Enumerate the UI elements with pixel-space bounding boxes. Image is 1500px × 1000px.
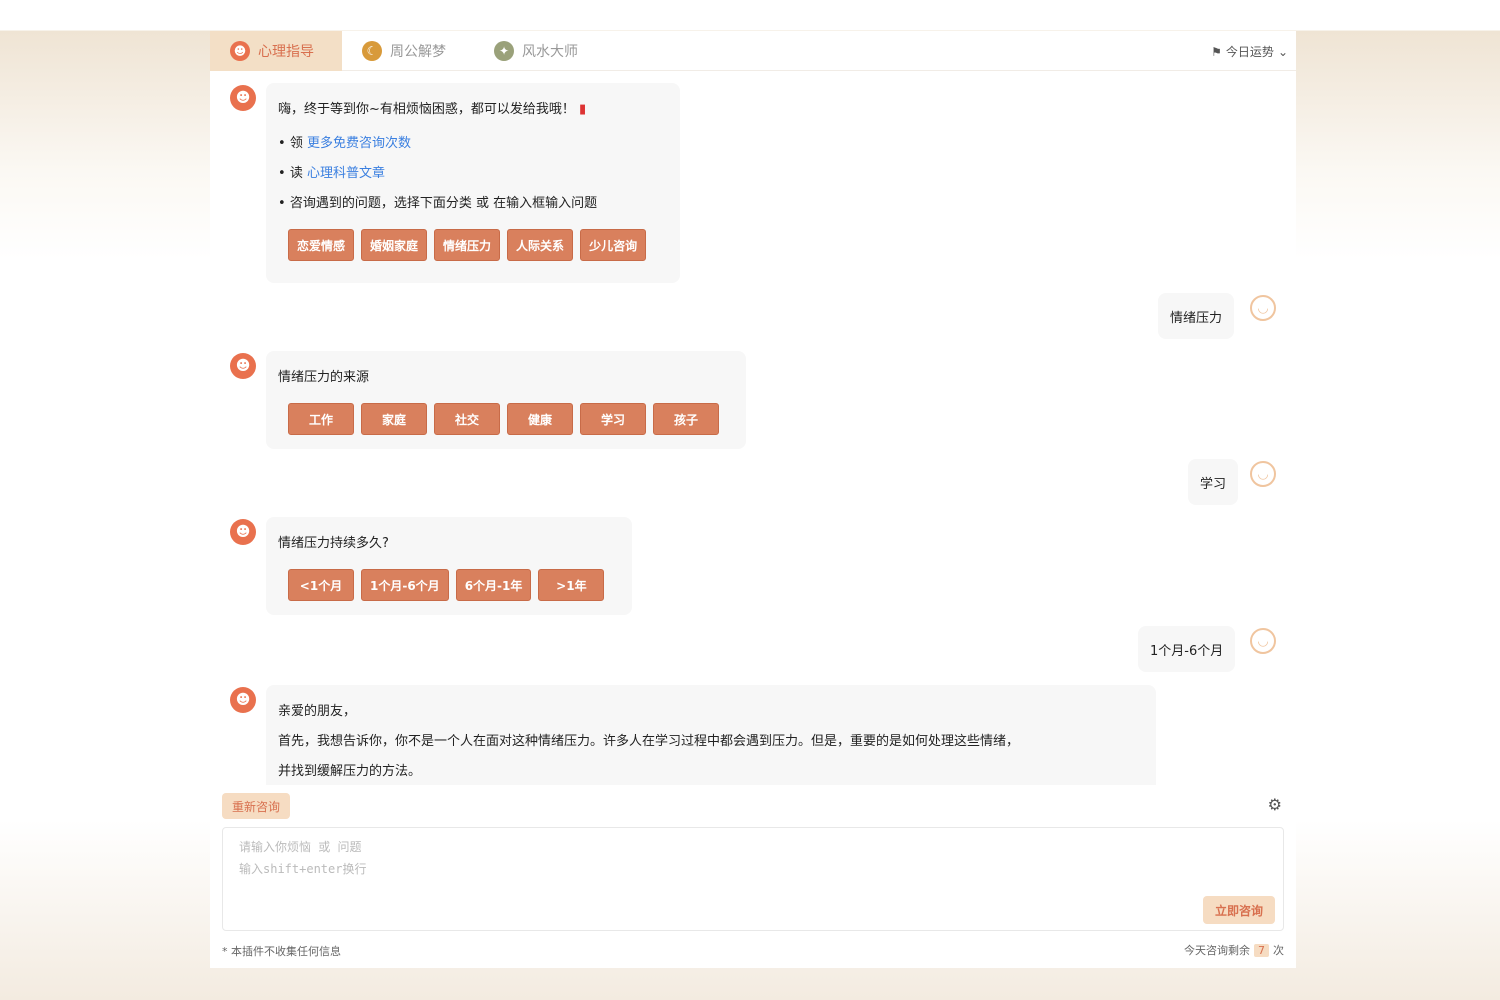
gift-icon: ▮: [579, 102, 587, 117]
settings-icon[interactable]: ⚙: [1268, 795, 1282, 814]
message-text: 情绪压力的来源: [278, 370, 370, 385]
tab-label: 风水大师: [522, 43, 578, 60]
option-button[interactable]: 1个月-6个月: [361, 569, 449, 601]
option-button[interactable]: 少儿咨询: [580, 229, 647, 261]
remaining-number: 7: [1254, 943, 1269, 957]
article-link[interactable]: 心理科普文章: [307, 166, 385, 181]
bot-avatar: ☻: [230, 353, 256, 379]
moon-icon: ☾: [362, 40, 382, 61]
bot-message: 情绪压力持续多久? <1个月 1个月-6个月 6个月-1年 >1年: [266, 517, 632, 615]
remaining-count: 今天咨询剩余 7 次: [1184, 942, 1284, 958]
list-item: 咨询遇到的问题，选择下面分类 或 在输入框输入问题: [278, 189, 668, 219]
option-button[interactable]: 工作: [288, 403, 354, 435]
privacy-note: * 本插件不收集任何信息: [222, 945, 341, 958]
category-options: 恋爱情感 婚姻家庭 情绪压力 人际关系 少儿咨询: [278, 229, 668, 261]
bot-avatar: ☻: [230, 85, 256, 111]
compass-icon: ✦: [494, 40, 514, 61]
tab-label: 周公解梦: [390, 43, 446, 60]
message-line: 并找到缓解压力的方法。: [278, 764, 422, 779]
bot-message: 情绪压力的来源 工作 家庭 社交 健康 学习 孩子: [266, 351, 746, 449]
user-avatar: ◡: [1250, 628, 1276, 654]
option-button[interactable]: 健康: [507, 403, 573, 435]
daily-fortune-label: 今日运势: [1225, 45, 1274, 59]
option-button[interactable]: 家庭: [361, 403, 427, 435]
option-button[interactable]: 人际关系: [507, 229, 574, 261]
tab-bar: ☻ 心理指导 ☾ 周公解梦 ✦ 风水大师 ⚑ 今日运势 ⌄: [210, 30, 1296, 71]
message-line: 首先，我想告诉你，你不是一个人在面对这种情绪压力。许多人在学习过程中都会遇到压力…: [278, 734, 1020, 749]
consult-button[interactable]: 立即咨询: [1202, 896, 1275, 924]
daily-fortune-link[interactable]: ⚑ 今日运势 ⌄: [1211, 43, 1288, 60]
option-button[interactable]: <1个月: [288, 569, 354, 601]
option-button[interactable]: 孩子: [653, 403, 719, 435]
list-item: 领 更多免费咨询次数: [278, 129, 668, 159]
question-input-box: 立即咨询: [222, 827, 1284, 931]
tab-fengshui[interactable]: ✦ 风水大师: [474, 31, 606, 71]
user-avatar: ◡: [1250, 295, 1276, 321]
option-button[interactable]: 6个月-1年: [455, 569, 532, 601]
restart-button[interactable]: 重新咨询: [222, 793, 291, 819]
message-line: 亲爱的朋友，: [278, 704, 357, 719]
remaining-unit: 次: [1273, 944, 1284, 957]
question-input[interactable]: [223, 828, 1283, 930]
bot-avatar: ☻: [230, 687, 256, 713]
message-text: 情绪压力持续多久?: [278, 536, 389, 551]
user-message: 情绪压力: [1158, 293, 1235, 339]
user-message: 1个月-6个月: [1138, 626, 1236, 672]
option-button[interactable]: 婚姻家庭: [361, 229, 428, 261]
chat-history[interactable]: ☻ 嗨，终于等到你~有相烦恼困惑，都可以发给我哦！ ▮ 领 更多免费咨询次数 读…: [210, 73, 1296, 785]
option-button[interactable]: 情绪压力: [434, 229, 501, 261]
option-button[interactable]: 社交: [434, 403, 500, 435]
bot-message-welcome: 嗨，终于等到你~有相烦恼困惑，都可以发给我哦！ ▮ 领 更多免费咨询次数 读 心…: [266, 83, 680, 283]
duration-options: <1个月 1个月-6个月 6个月-1年 >1年: [278, 569, 620, 601]
option-button[interactable]: 学习: [580, 403, 646, 435]
option-button[interactable]: 恋爱情感: [288, 229, 355, 261]
user-avatar: ◡: [1250, 461, 1276, 487]
bot-message-reply: 亲爱的朋友， 首先，我想告诉你，你不是一个人在面对这种情绪压力。许多人在学习过程…: [266, 685, 1156, 785]
tab-dream[interactable]: ☾ 周公解梦: [342, 31, 474, 71]
chat-app: ☻ 心理指导 ☾ 周公解梦 ✦ 风水大师 ⚑ 今日运势 ⌄ ☻ 嗨，终于等到你~…: [210, 30, 1296, 968]
bot-avatar: ☻: [230, 519, 256, 545]
source-options: 工作 家庭 社交 健康 学习 孩子: [278, 403, 734, 435]
tab-psychology[interactable]: ☻ 心理指导: [210, 30, 342, 71]
pin-icon: ⚑: [1211, 44, 1222, 59]
tab-label: 心理指导: [258, 43, 314, 60]
free-consult-link[interactable]: 更多免费咨询次数: [307, 136, 411, 151]
remaining-label: 今天咨询剩余: [1184, 944, 1250, 957]
user-message: 学习: [1188, 459, 1239, 505]
list-item: 读 心理科普文章: [278, 159, 668, 189]
option-button[interactable]: >1年: [538, 569, 605, 601]
message-text: 嗨，终于等到你~有相烦恼困惑，都可以发给我哦！ ▮: [278, 102, 587, 117]
heart-face-icon: ☻: [230, 40, 250, 61]
chevron-down-icon: ⌄: [1277, 44, 1288, 59]
